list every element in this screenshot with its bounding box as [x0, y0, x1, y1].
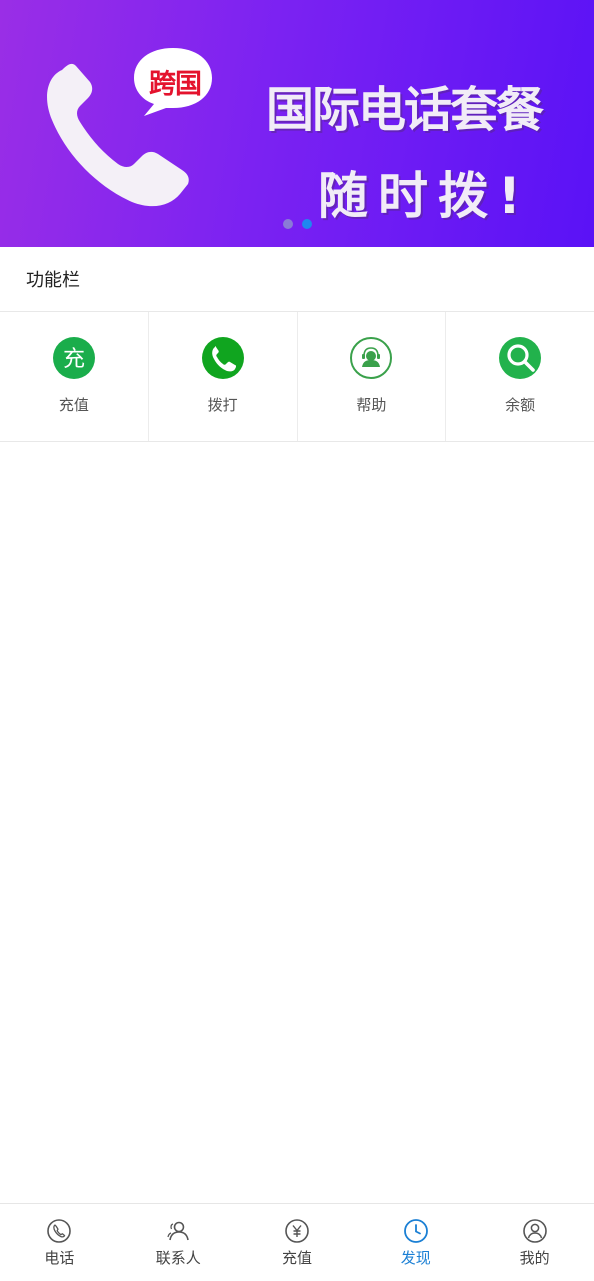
tab-label: 联系人 — [155, 1249, 201, 1267]
tab-label: 电话 — [44, 1249, 75, 1267]
carousel-dot-active[interactable] — [302, 219, 312, 229]
tab-mine[interactable]: 我的 — [475, 1204, 594, 1281]
svg-text:充: 充 — [63, 347, 85, 372]
search-icon — [499, 337, 542, 379]
function-balance[interactable]: 余额 — [446, 312, 594, 441]
bubble-text: 跨国 — [149, 69, 202, 100]
customer-service-icon — [350, 337, 393, 379]
section-title: 功能栏 — [26, 270, 80, 291]
yen-coin-icon — [285, 1219, 309, 1243]
banner-title: 国际电话套餐 — [266, 82, 544, 138]
tab-contacts[interactable]: 联系人 — [119, 1204, 238, 1281]
function-label: 充值 — [58, 396, 89, 414]
tab-phone[interactable]: 电话 — [0, 1204, 119, 1281]
function-grid: 充 充值 拨打 帮助 余额 — [0, 312, 594, 442]
function-recharge[interactable]: 充 充值 — [0, 312, 149, 441]
function-call[interactable]: 拨打 — [149, 312, 298, 441]
bottom-tab-bar: 电话 联系人 充值 发现 我的 — [0, 1203, 594, 1281]
carousel-indicator[interactable] — [283, 219, 312, 229]
tab-label: 充值 — [281, 1249, 312, 1267]
tab-label: 我的 — [519, 1249, 550, 1267]
tab-label: 发现 — [400, 1249, 431, 1267]
banner-subtitle: 随时拨! — [318, 167, 531, 225]
carousel-dot[interactable] — [283, 219, 293, 229]
function-label: 余额 — [505, 396, 536, 414]
phone-icon — [47, 1219, 72, 1243]
promo-banner[interactable]: 跨国 国际电话套餐 随时拨! — [0, 0, 594, 247]
user-icon — [522, 1219, 547, 1243]
contacts-icon — [167, 1221, 189, 1241]
tab-discover[interactable]: 发现 — [356, 1204, 475, 1281]
function-label: 拨打 — [207, 396, 238, 414]
function-help[interactable]: 帮助 — [298, 312, 447, 441]
function-label: 帮助 — [356, 396, 387, 414]
phone-call-icon — [201, 337, 244, 379]
tab-recharge[interactable]: 充值 — [238, 1204, 357, 1281]
clock-icon — [403, 1219, 428, 1243]
recharge-icon: 充 — [52, 337, 95, 379]
